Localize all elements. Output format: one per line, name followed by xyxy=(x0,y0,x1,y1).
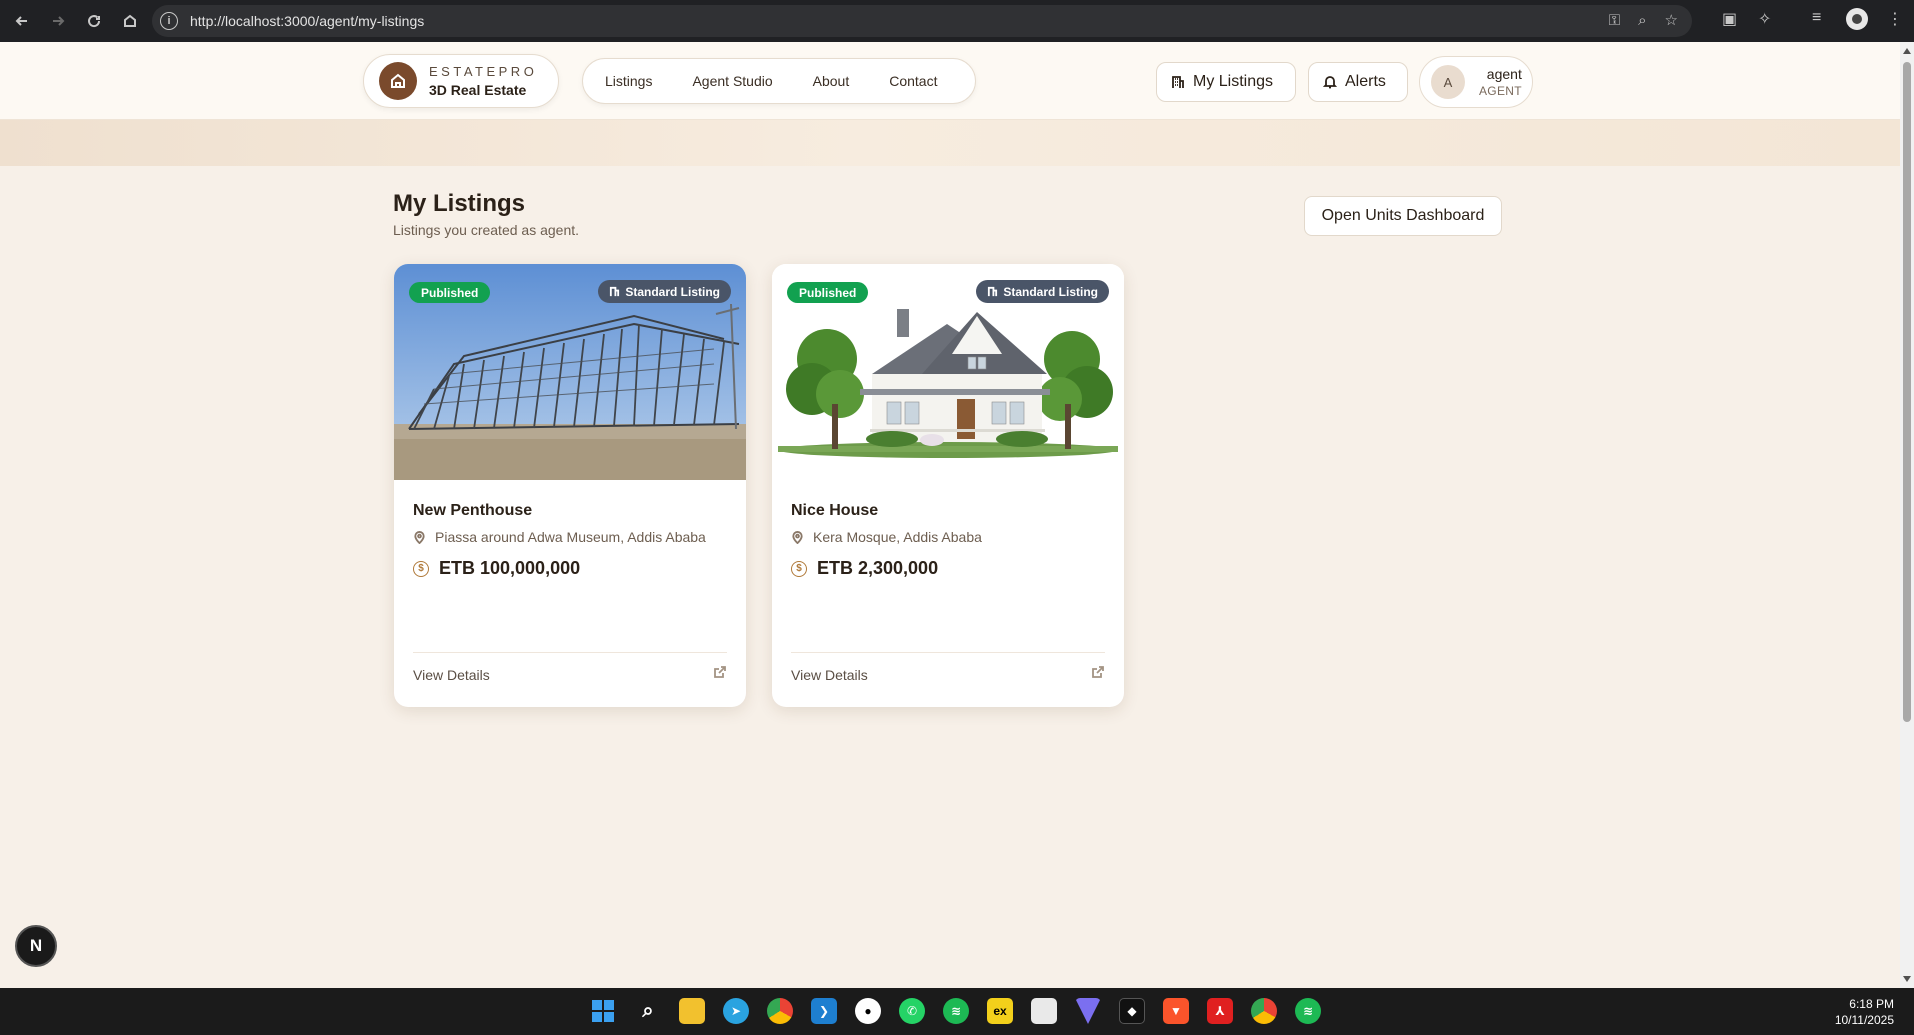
listing-image[interactable]: Published Standard Listing xyxy=(772,264,1124,480)
nextjs-dev-indicator[interactable]: N xyxy=(15,925,57,967)
view-details-link[interactable]: View Details xyxy=(413,667,490,683)
clock-date: 10/11/2025 xyxy=(1834,1013,1894,1027)
listing-price: $ ETB 100,000,000 xyxy=(413,558,727,579)
brand-subtitle: 3D Real Estate xyxy=(429,82,527,98)
profile-icon[interactable] xyxy=(1846,8,1868,30)
listing-price: $ ETB 2,300,000 xyxy=(791,558,1105,579)
nav-contact[interactable]: Contact xyxy=(889,73,937,89)
key-icon[interactable]: ⚿ xyxy=(1609,11,1620,31)
external-link-icon[interactable] xyxy=(1091,665,1105,684)
nav-about[interactable]: About xyxy=(813,73,850,89)
nav-listings[interactable]: Listings xyxy=(605,73,652,89)
spotify-2-icon[interactable]: ≋ xyxy=(1295,998,1321,1024)
media-icon[interactable]: ▣ xyxy=(1722,9,1737,29)
user-name: agent xyxy=(1486,66,1522,82)
github-icon[interactable]: ● xyxy=(855,998,881,1024)
clock-time: 6:18 PM xyxy=(1849,997,1894,1011)
view-details-link[interactable]: View Details xyxy=(791,667,868,683)
browser-toolbar: i http://localhost:3000/agent/my-listing… xyxy=(0,0,1914,42)
brand-logo-link[interactable]: ESTATEPRO 3D Real Estate xyxy=(363,54,559,108)
url-text[interactable]: http://localhost:3000/agent/my-listings xyxy=(190,13,424,29)
listing-card[interactable]: Published Standard Listing New Penthouse… xyxy=(394,264,746,707)
listing-card[interactable]: Published Standard Listing Nice House Ke… xyxy=(772,264,1124,707)
site-header: ESTATEPRO 3D Real Estate Listings Agent … xyxy=(0,42,1900,120)
chrome-profile-icon[interactable] xyxy=(1251,998,1277,1024)
status-badge: Published xyxy=(787,282,869,303)
windows-taskbar: ⌕ ➤ ❯ ● ✆ ≋ ex ◆ ▼ ⅄ ≋ 6:18 PM 10/11/202… xyxy=(0,988,1914,1035)
home-logo-icon xyxy=(379,62,417,100)
reload-icon[interactable] xyxy=(80,7,108,35)
building-icon xyxy=(1172,76,1184,88)
snipping-icon[interactable] xyxy=(1031,998,1057,1024)
acrobat-icon[interactable]: ⅄ xyxy=(1207,998,1233,1024)
my-listings-button[interactable]: My Listings xyxy=(1156,62,1296,102)
star-icon[interactable]: ☆ xyxy=(1665,11,1678,31)
building-icon xyxy=(988,286,998,297)
search-icon[interactable]: ⌕ xyxy=(635,998,661,1024)
my-listings-label: My Listings xyxy=(1193,73,1274,90)
scroll-thumb[interactable] xyxy=(1903,62,1911,722)
listing-price-text: ETB 100,000,000 xyxy=(439,558,581,578)
listing-type-badge: Standard Listing xyxy=(976,280,1109,303)
system-clock[interactable]: 6:18 PM 10/11/2025 xyxy=(1835,996,1894,1028)
forward-icon[interactable] xyxy=(44,7,72,35)
vpn-icon[interactable] xyxy=(1075,998,1101,1024)
nav-agent-studio[interactable]: Agent Studio xyxy=(692,73,772,89)
listing-type-label: Standard Listing xyxy=(1003,284,1098,299)
user-role: AGENT xyxy=(1479,84,1522,98)
listing-location-text: Piassa around Adwa Museum, Addis Ababa xyxy=(435,529,706,545)
user-menu[interactable]: A agent AGENT xyxy=(1419,56,1533,108)
status-badge: Published xyxy=(409,282,491,303)
main-nav: Listings Agent Studio About Contact xyxy=(582,58,976,104)
map-pin-icon xyxy=(414,530,425,544)
info-icon[interactable]: i xyxy=(160,12,178,30)
home-icon[interactable] xyxy=(116,7,144,35)
external-link-icon[interactable] xyxy=(713,665,727,684)
file-explorer-icon[interactable] xyxy=(679,998,705,1024)
listing-price-text: ETB 2,300,000 xyxy=(817,558,939,578)
back-icon[interactable] xyxy=(8,7,36,35)
address-bar[interactable]: i http://localhost:3000/agent/my-listing… xyxy=(152,5,1692,37)
listing-title: New Penthouse xyxy=(413,502,533,519)
listing-type-label: Standard Listing xyxy=(625,284,720,299)
vscode-icon[interactable]: ❯ xyxy=(811,998,837,1024)
spotify-icon[interactable]: ≋ xyxy=(943,998,969,1024)
whatsapp-icon[interactable]: ✆ xyxy=(899,998,925,1024)
scroll-up-icon[interactable] xyxy=(1903,48,1911,54)
dollar-icon: $ xyxy=(791,560,807,577)
listing-location-text: Kera Mosque, Addis Ababa xyxy=(813,529,982,545)
puzzle-icon[interactable]: ✧ xyxy=(1758,9,1771,29)
ex-app-icon[interactable]: ex xyxy=(987,998,1013,1024)
page-subtitle: Listings you created as agent. xyxy=(393,222,580,238)
brand-name: ESTATEPRO xyxy=(429,64,538,79)
listing-type-badge: Standard Listing xyxy=(598,280,731,303)
telegram-icon[interactable]: ➤ xyxy=(723,998,749,1024)
map-pin-icon xyxy=(792,530,803,544)
bell-icon xyxy=(1323,76,1337,89)
dollar-icon: $ xyxy=(413,560,429,577)
windows-start-icon[interactable] xyxy=(590,998,616,1024)
listing-location: Kera Mosque, Addis Ababa xyxy=(791,529,1105,545)
listing-title: Nice House xyxy=(791,502,879,519)
page-scrollbar[interactable] xyxy=(1900,42,1914,988)
building-icon xyxy=(610,286,620,297)
alerts-button[interactable]: Alerts xyxy=(1308,62,1408,102)
extension-icon[interactable]: ≡ xyxy=(1812,9,1821,27)
menu-icon[interactable]: ⋮ xyxy=(1887,9,1903,29)
alerts-label: Alerts xyxy=(1345,73,1386,90)
brave-icon[interactable]: ▼ xyxy=(1163,998,1189,1024)
avatar: A xyxy=(1431,65,1465,99)
zoom-icon[interactable]: ⌕ xyxy=(1638,11,1646,31)
scroll-down-icon[interactable] xyxy=(1903,976,1911,982)
header-banner xyxy=(0,120,1900,166)
page-title: My Listings xyxy=(393,190,526,217)
listing-image[interactable]: Published Standard Listing xyxy=(394,264,746,480)
open-units-dashboard-button[interactable]: Open Units Dashboard xyxy=(1304,196,1502,236)
notion-icon[interactable]: ◆ xyxy=(1119,998,1145,1024)
listing-location: Piassa around Adwa Museum, Addis Ababa xyxy=(413,529,727,545)
chrome-icon[interactable] xyxy=(767,998,793,1024)
